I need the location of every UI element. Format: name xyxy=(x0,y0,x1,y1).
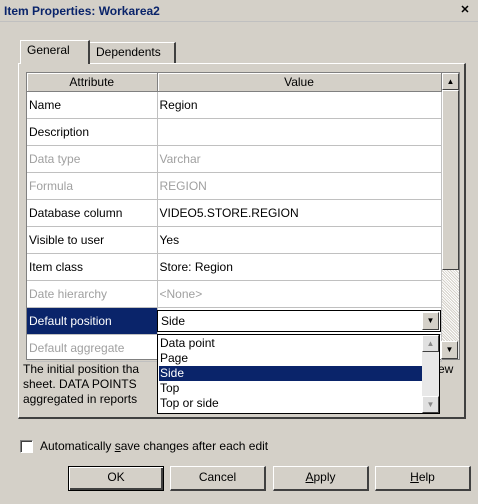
window-title: Item Properties: Workarea2 xyxy=(4,4,160,18)
dropdown-option[interactable]: Top or side xyxy=(159,396,423,411)
attribute-cell: Database column xyxy=(27,199,158,227)
grid-scrollbar[interactable]: ▲ xyxy=(442,73,459,359)
help-button[interactable]: Help xyxy=(375,466,471,491)
grid-row-description[interactable]: Description xyxy=(27,118,442,146)
value-cell: REGION xyxy=(157,172,442,200)
scroll-down-icon[interactable]: ▼ xyxy=(422,396,439,413)
title-bar: Item Properties: Workarea2 ✕ xyxy=(0,0,478,22)
value-cell[interactable] xyxy=(157,118,442,146)
tab-dependents-label: Dependents xyxy=(96,45,161,59)
description-line: sheet. DATA POINTS xyxy=(23,377,137,391)
dropdown-option[interactable]: Data point xyxy=(159,336,423,351)
tab-dependents[interactable]: Dependents xyxy=(89,42,176,63)
attribute-cell: Visible to user xyxy=(27,226,158,254)
autosave-label[interactable]: Automatically save changes after each ed… xyxy=(40,439,268,453)
scroll-up-icon[interactable]: ▲ xyxy=(422,335,439,352)
ok-button-label: OK xyxy=(107,470,125,484)
attribute-cell: Name xyxy=(27,91,158,119)
default-position-combo[interactable]: Side ▼ xyxy=(157,310,441,332)
column-header-attribute[interactable]: Attribute xyxy=(27,73,158,92)
value-cell: <None> xyxy=(157,280,442,308)
attribute-cell: Item class xyxy=(27,253,158,281)
attribute-cell: Description xyxy=(27,118,158,146)
value-cell[interactable]: VIDEO5.STORE.REGION xyxy=(157,199,442,227)
combo-value: Side xyxy=(161,314,186,328)
ok-button[interactable]: OK xyxy=(68,466,164,491)
default-position-dropdown[interactable]: Data point Page Side Top Top or side ▲ ▼ xyxy=(157,334,440,414)
dropdown-option[interactable]: Top xyxy=(159,381,423,396)
attribute-cell: Date hierarchy xyxy=(27,280,158,308)
attribute-cell: Data type xyxy=(27,145,158,173)
value-cell[interactable]: Region xyxy=(157,91,442,119)
grid-row-item-class[interactable]: Item class Store: Region xyxy=(27,253,442,281)
cancel-button[interactable]: Cancel xyxy=(170,466,266,491)
grid-row-date-hierarchy: Date hierarchy <None> xyxy=(27,280,442,308)
tab-general-label: General xyxy=(27,43,70,57)
help-button-label: Help xyxy=(410,470,435,484)
dropdown-option[interactable]: Page xyxy=(159,351,423,366)
scrollbar-thumb[interactable] xyxy=(442,90,459,270)
attribute-cell: Default position xyxy=(27,307,158,335)
value-cell[interactable]: Yes xyxy=(157,226,442,254)
grid-row-visible-to-user[interactable]: Visible to user Yes xyxy=(27,226,442,254)
dropdown-scrollbar[interactable]: ▲ ▼ xyxy=(422,335,439,413)
grid-row-data-type: Data type Varchar xyxy=(27,145,442,173)
value-cell: Varchar xyxy=(157,145,442,173)
grid-row-name[interactable]: Name Region xyxy=(27,91,442,119)
attribute-cell: Formula xyxy=(27,172,158,200)
value-cell[interactable]: Store: Region xyxy=(157,253,442,281)
scrollbar-track[interactable] xyxy=(442,270,459,342)
apply-button-label: Apply xyxy=(305,470,336,484)
column-header-value[interactable]: Value xyxy=(157,73,442,92)
dropdown-option-selected[interactable]: Side xyxy=(159,366,423,381)
scroll-up-icon[interactable]: ▲ xyxy=(442,73,459,90)
cancel-button-label: Cancel xyxy=(198,470,237,484)
close-icon[interactable]: ✕ xyxy=(458,3,472,17)
description-line: aggregated in reports xyxy=(23,392,138,406)
description-line-end: ew xyxy=(438,362,454,376)
grid-row-formula: Formula REGION xyxy=(27,172,442,200)
aggregate-dropdown-arrow-icon[interactable]: ▼ xyxy=(441,341,458,359)
attribute-cell: Default aggregate xyxy=(27,334,158,362)
autosave-checkbox[interactable] xyxy=(20,440,33,453)
grid-row-database-column[interactable]: Database column VIDEO5.STORE.REGION xyxy=(27,199,442,227)
chevron-down-icon[interactable]: ▼ xyxy=(422,312,439,330)
apply-button[interactable]: Apply xyxy=(273,466,369,491)
description-line: The initial position tha xyxy=(23,362,140,376)
tab-general[interactable]: General xyxy=(20,40,90,64)
